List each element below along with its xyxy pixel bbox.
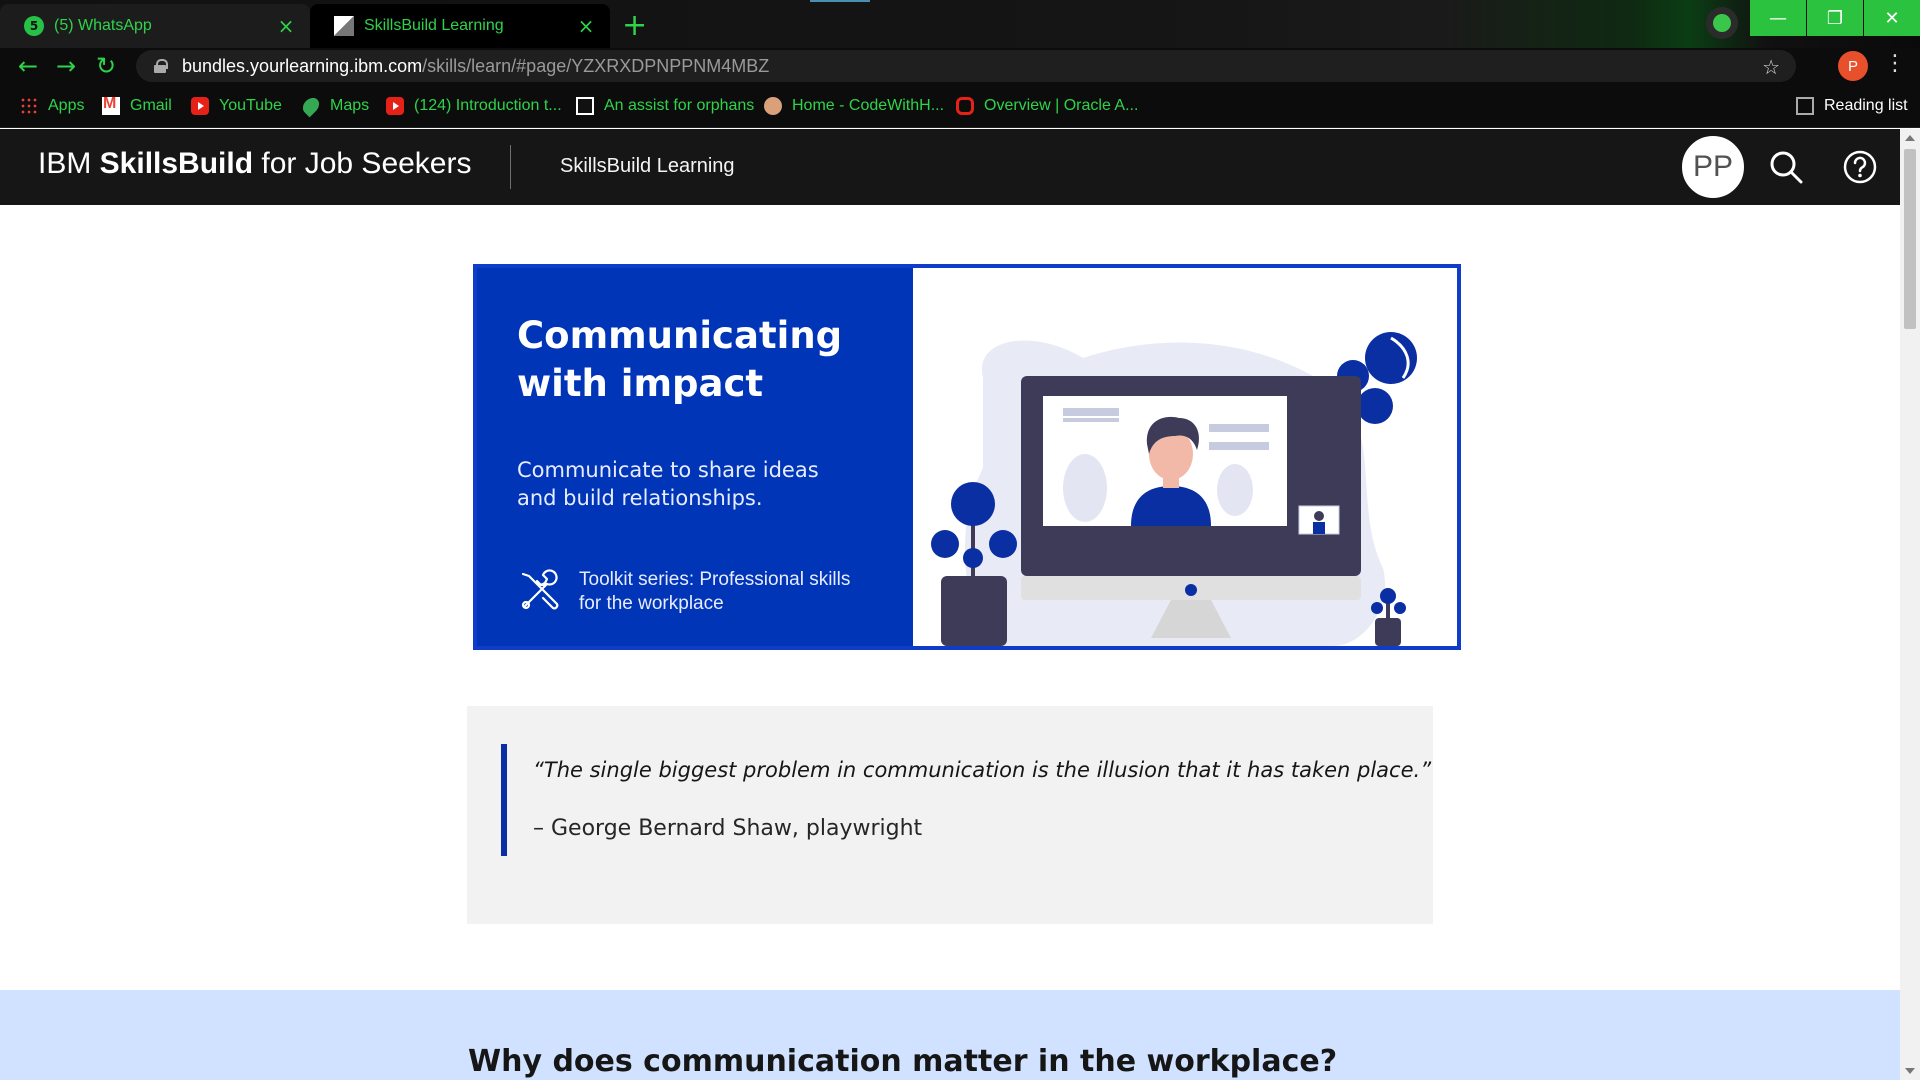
bookmark-star-icon[interactable]: ☆ (1762, 55, 1780, 80)
tab-title: SkillsBuild Learning (364, 17, 504, 34)
new-tab-button[interactable]: + (622, 8, 647, 43)
bookmark-youtube[interactable]: YouTube (191, 95, 282, 117)
course-subtitle: Communicate to share ideas and build rel… (517, 458, 819, 510)
toolkit-series-label: Toolkit series: Professional skills for … (517, 568, 869, 616)
help-icon[interactable] (1842, 149, 1878, 185)
skillsbuild-favicon-icon (334, 16, 354, 36)
header-divider (510, 145, 511, 189)
lock-icon (154, 59, 168, 73)
info-section: Why does communication matter in the wor… (0, 990, 1900, 1080)
tab-whatsapp[interactable]: 5 (5) WhatsApp × (0, 4, 310, 48)
bookmark-maps[interactable]: Maps (299, 94, 369, 118)
close-window-button[interactable]: ✕ (1864, 0, 1920, 36)
course-hero-banner: Communicating with impact Communicate to… (473, 264, 1461, 650)
apps-icon (20, 97, 38, 115)
quote-block: “The single biggest problem in communica… (467, 706, 1433, 924)
bookmark-codewithharry[interactable]: Home - CodeWithH... (764, 95, 944, 117)
bookmark-youtube-video[interactable]: (124) Introduction t... (386, 95, 562, 117)
oracle-icon (956, 97, 974, 115)
maps-icon (299, 94, 323, 118)
profile-avatar[interactable]: P (1838, 51, 1868, 81)
browser-toolbar: ← → ↻ bundles.yourlearning.ibm.com/skill… (0, 48, 1920, 84)
scroll-thumb[interactable] (1904, 149, 1916, 329)
hero-text-panel: Communicating with impact Communicate to… (477, 268, 913, 646)
bookmarks-bar: Apps Gmail YouTube Maps (124) Introducti… (0, 84, 1920, 128)
reload-icon[interactable]: ↻ (92, 52, 120, 80)
course-title: Communicating with impact (517, 314, 843, 405)
forward-arrow-icon[interactable]: → (52, 52, 80, 80)
browser-tab-strip: 5 (5) WhatsApp × SkillsBuild Learning × … (0, 0, 1920, 48)
tools-icon (521, 569, 559, 610)
tab-close-icon[interactable]: × (576, 14, 596, 38)
youtube-icon (386, 97, 404, 115)
minimize-button[interactable]: — (1750, 0, 1806, 36)
hero-illustration (931, 332, 1417, 646)
site-header: IBM SkillsBuild for Job Seekers SkillsBu… (0, 129, 1900, 205)
restore-button[interactable]: ❐ (1807, 0, 1863, 36)
youtube-icon (191, 97, 209, 115)
site-icon (576, 97, 594, 115)
quote-accent-bar (501, 744, 507, 856)
page-scrollbar[interactable] (1900, 129, 1920, 1080)
back-arrow-icon[interactable]: ← (14, 52, 42, 80)
tab-title: (5) WhatsApp (54, 17, 152, 34)
codewithharry-icon (764, 97, 782, 115)
tab-skillsbuild[interactable]: SkillsBuild Learning × (310, 4, 610, 48)
quote-text: “The single biggest problem in communica… (533, 758, 1432, 782)
tab-close-icon[interactable]: × (276, 14, 296, 38)
user-avatar[interactable]: PP (1680, 134, 1746, 200)
nav-skillsbuild-learning[interactable]: SkillsBuild Learning (560, 155, 735, 178)
whatsapp-icon: 5 (24, 16, 44, 36)
reading-list-button[interactable]: Reading list (1796, 95, 1908, 117)
reading-list-icon (1796, 97, 1814, 115)
bookmark-oracle[interactable]: Overview | Oracle A... (956, 95, 1138, 117)
extension-vpn-icon[interactable] (1706, 7, 1738, 39)
tab-strip-accent (810, 0, 870, 2)
scroll-up-arrow-icon[interactable] (1905, 135, 1915, 141)
url-host: bundles.yourlearning.ibm.com (182, 55, 423, 76)
scroll-down-arrow-icon[interactable] (1905, 1068, 1915, 1074)
section-heading: Why does communication matter in the wor… (468, 1044, 1338, 1079)
bookmark-assist-orphans[interactable]: An assist for orphans (576, 95, 754, 117)
gmail-icon (102, 95, 120, 115)
search-icon[interactable] (1768, 149, 1804, 185)
quote-author: – George Bernard Shaw, playwright (533, 816, 923, 841)
address-bar[interactable]: bundles.yourlearning.ibm.com/skills/lear… (136, 50, 1796, 82)
browser-menu-icon[interactable]: ⋮ (1884, 51, 1906, 81)
bookmark-apps[interactable]: Apps (20, 95, 84, 117)
bookmark-gmail[interactable]: Gmail (102, 95, 172, 117)
site-brand[interactable]: IBM SkillsBuild for Job Seekers (38, 147, 471, 181)
url-path: /skills/learn/#page/YZXRXDPNPPNM4MBZ (422, 55, 770, 76)
